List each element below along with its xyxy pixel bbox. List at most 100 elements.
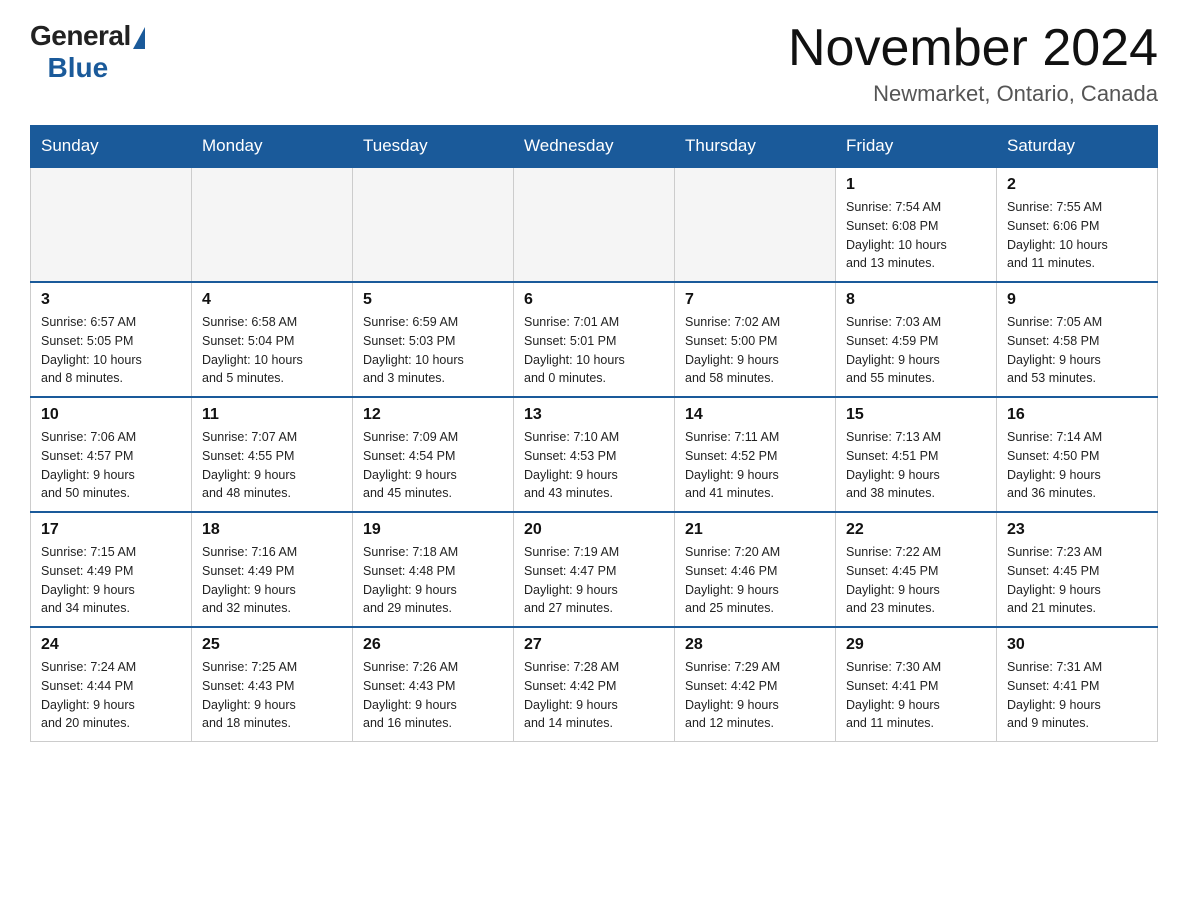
calendar-header-sunday: Sunday (31, 126, 192, 168)
day-number: 14 (685, 406, 825, 424)
calendar-cell: 27 Sunrise: 7:28 AMSunset: 4:42 PMDayligh… (514, 627, 675, 742)
logo-triangle-icon (133, 27, 145, 49)
day-number: 28 (685, 636, 825, 654)
calendar-cell: 28Sunrise: 7:29 AMSunset: 4:42 PMDayligh… (675, 627, 836, 742)
calendar-header-monday: Monday (192, 126, 353, 168)
calendar-cell: 14 Sunrise: 7:11 AMSunset: 4:52 PMDayligh… (675, 397, 836, 512)
calendar-header-tuesday: Tuesday (353, 126, 514, 168)
calendar-cell: 30 Sunrise: 7:31 AMSunset: 4:41 PMDayligh… (997, 627, 1158, 742)
day-info: Sunrise: 7:25 AMSunset: 4:43 PMDaylight:… (202, 658, 342, 733)
logo: General Blue (30, 20, 145, 84)
calendar-cell (192, 167, 353, 282)
calendar-cell: 1Sunrise: 7:54 AMSunset: 6:08 PMDaylight… (836, 167, 997, 282)
calendar-cell: 13 Sunrise: 7:10 AMSunset: 4:53 PMDayligh… (514, 397, 675, 512)
day-info: Sunrise: 7:10 AMSunset: 4:53 PMDaylight:… (524, 428, 664, 503)
day-number: 21 (685, 521, 825, 539)
calendar-cell: 16 Sunrise: 7:14 AMSunset: 4:50 PMDayligh… (997, 397, 1158, 512)
day-info: Sunrise: 7:24 AMSunset: 4:44 PMDaylight:… (41, 658, 181, 733)
calendar-cell: 3 Sunrise: 6:57 AMSunset: 5:05 PMDaylight… (31, 282, 192, 397)
day-number: 9 (1007, 291, 1147, 309)
calendar-cell (31, 167, 192, 282)
day-info: Sunrise: 7:14 AMSunset: 4:50 PMDaylight:… (1007, 428, 1147, 503)
day-info: Sunrise: 7:55 AMSunset: 6:06 PMDaylight:… (1007, 198, 1147, 273)
day-info: Sunrise: 7:01 AMSunset: 5:01 PMDaylight:… (524, 313, 664, 388)
calendar-cell: 20 Sunrise: 7:19 AMSunset: 4:47 PMDayligh… (514, 512, 675, 627)
calendar-week-row-5: 24 Sunrise: 7:24 AMSunset: 4:44 PMDayligh… (31, 627, 1158, 742)
day-number: 5 (363, 291, 503, 309)
calendar-cell: 25 Sunrise: 7:25 AMSunset: 4:43 PMDayligh… (192, 627, 353, 742)
day-info: Sunrise: 7:23 AMSunset: 4:45 PMDaylight:… (1007, 543, 1147, 618)
calendar-cell: 5Sunrise: 6:59 AMSunset: 5:03 PMDaylight… (353, 282, 514, 397)
day-info: Sunrise: 7:28 AMSunset: 4:42 PMDaylight:… (524, 658, 664, 733)
day-number: 22 (846, 521, 986, 539)
calendar-cell (514, 167, 675, 282)
day-number: 20 (524, 521, 664, 539)
month-title: November 2024 (788, 20, 1158, 77)
calendar-cell: 7Sunrise: 7:02 AMSunset: 5:00 PMDaylight… (675, 282, 836, 397)
page-header: General Blue November 2024 Newmarket, On… (30, 20, 1158, 107)
day-info: Sunrise: 7:16 AMSunset: 4:49 PMDaylight:… (202, 543, 342, 618)
calendar-week-row-3: 10Sunrise: 7:06 AMSunset: 4:57 PMDayligh… (31, 397, 1158, 512)
calendar-week-row-1: 1Sunrise: 7:54 AMSunset: 6:08 PMDaylight… (31, 167, 1158, 282)
calendar-cell: 22 Sunrise: 7:22 AMSunset: 4:45 PMDayligh… (836, 512, 997, 627)
day-number: 3 (41, 291, 181, 309)
calendar-header-friday: Friday (836, 126, 997, 168)
calendar-cell: 4 Sunrise: 6:58 AMSunset: 5:04 PMDaylight… (192, 282, 353, 397)
day-number: 23 (1007, 521, 1147, 539)
calendar-header-thursday: Thursday (675, 126, 836, 168)
calendar-cell: 10Sunrise: 7:06 AMSunset: 4:57 PMDayligh… (31, 397, 192, 512)
day-info: Sunrise: 7:31 AMSunset: 4:41 PMDaylight:… (1007, 658, 1147, 733)
calendar-cell: 19 Sunrise: 7:18 AMSunset: 4:48 PMDayligh… (353, 512, 514, 627)
day-info: Sunrise: 7:09 AMSunset: 4:54 PMDaylight:… (363, 428, 503, 503)
calendar-cell: 6Sunrise: 7:01 AMSunset: 5:01 PMDaylight… (514, 282, 675, 397)
calendar-week-row-2: 3 Sunrise: 6:57 AMSunset: 5:05 PMDaylight… (31, 282, 1158, 397)
day-number: 2 (1007, 176, 1147, 194)
day-info: Sunrise: 7:26 AMSunset: 4:43 PMDaylight:… (363, 658, 503, 733)
day-info: Sunrise: 7:13 AMSunset: 4:51 PMDaylight:… (846, 428, 986, 503)
day-info: Sunrise: 7:15 AMSunset: 4:49 PMDaylight:… (41, 543, 181, 618)
day-number: 27 (524, 636, 664, 654)
day-info: Sunrise: 7:22 AMSunset: 4:45 PMDaylight:… (846, 543, 986, 618)
calendar-cell: 23 Sunrise: 7:23 AMSunset: 4:45 PMDayligh… (997, 512, 1158, 627)
logo-blue-text: Blue (32, 52, 108, 84)
calendar-cell: 17 Sunrise: 7:15 AMSunset: 4:49 PMDayligh… (31, 512, 192, 627)
day-info: Sunrise: 7:02 AMSunset: 5:00 PMDaylight:… (685, 313, 825, 388)
calendar-week-row-4: 17 Sunrise: 7:15 AMSunset: 4:49 PMDayligh… (31, 512, 1158, 627)
calendar-cell: 9 Sunrise: 7:05 AMSunset: 4:58 PMDaylight… (997, 282, 1158, 397)
day-number: 29 (846, 636, 986, 654)
calendar-cell (353, 167, 514, 282)
day-info: Sunrise: 6:57 AMSunset: 5:05 PMDaylight:… (41, 313, 181, 388)
day-number: 24 (41, 636, 181, 654)
calendar-cell: 8 Sunrise: 7:03 AMSunset: 4:59 PMDaylight… (836, 282, 997, 397)
calendar-cell: 24 Sunrise: 7:24 AMSunset: 4:44 PMDayligh… (31, 627, 192, 742)
day-number: 19 (363, 521, 503, 539)
calendar-cell: 2 Sunrise: 7:55 AMSunset: 6:06 PMDaylight… (997, 167, 1158, 282)
day-number: 30 (1007, 636, 1147, 654)
day-info: Sunrise: 7:03 AMSunset: 4:59 PMDaylight:… (846, 313, 986, 388)
calendar-cell: 12 Sunrise: 7:09 AMSunset: 4:54 PMDayligh… (353, 397, 514, 512)
day-info: Sunrise: 7:20 AMSunset: 4:46 PMDaylight:… (685, 543, 825, 618)
day-number: 25 (202, 636, 342, 654)
day-number: 16 (1007, 406, 1147, 424)
calendar-cell: 18Sunrise: 7:16 AMSunset: 4:49 PMDayligh… (192, 512, 353, 627)
day-number: 13 (524, 406, 664, 424)
day-info: Sunrise: 6:58 AMSunset: 5:04 PMDaylight:… (202, 313, 342, 388)
title-area: November 2024 Newmarket, Ontario, Canada (788, 20, 1158, 107)
calendar-header-saturday: Saturday (997, 126, 1158, 168)
day-info: Sunrise: 7:19 AMSunset: 4:47 PMDaylight:… (524, 543, 664, 618)
day-info: Sunrise: 7:05 AMSunset: 4:58 PMDaylight:… (1007, 313, 1147, 388)
calendar-cell: 26Sunrise: 7:26 AMSunset: 4:43 PMDayligh… (353, 627, 514, 742)
day-number: 17 (41, 521, 181, 539)
day-info: Sunrise: 7:18 AMSunset: 4:48 PMDaylight:… (363, 543, 503, 618)
day-info: Sunrise: 7:06 AMSunset: 4:57 PMDaylight:… (41, 428, 181, 503)
day-number: 11 (202, 406, 342, 424)
calendar-table: SundayMondayTuesdayWednesdayThursdayFrid… (30, 125, 1158, 742)
day-info: Sunrise: 7:11 AMSunset: 4:52 PMDaylight:… (685, 428, 825, 503)
day-number: 8 (846, 291, 986, 309)
day-info: Sunrise: 7:54 AMSunset: 6:08 PMDaylight:… (846, 198, 986, 273)
calendar-header-row: SundayMondayTuesdayWednesdayThursdayFrid… (31, 126, 1158, 168)
day-number: 12 (363, 406, 503, 424)
location-title: Newmarket, Ontario, Canada (788, 81, 1158, 107)
day-number: 4 (202, 291, 342, 309)
day-info: Sunrise: 7:30 AMSunset: 4:41 PMDaylight:… (846, 658, 986, 733)
